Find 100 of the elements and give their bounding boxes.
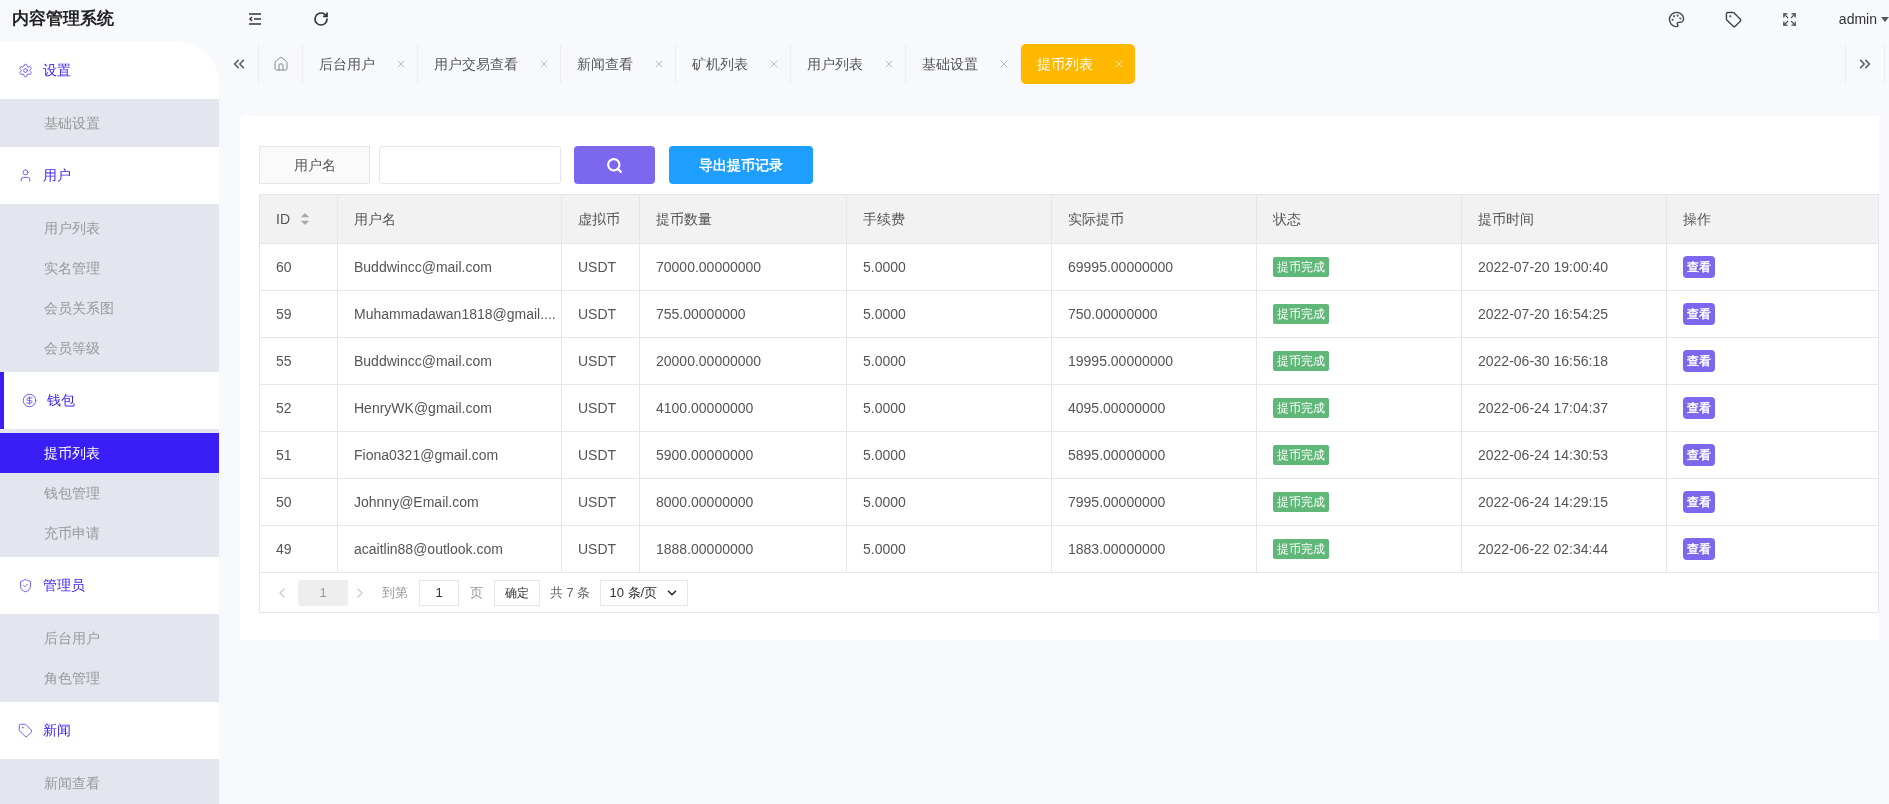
table-cell-text: USDT [578,351,617,371]
table-cell-text: 1888.00000000 [656,539,754,559]
table-cell-text: 7995.00000000 [1068,492,1166,512]
view-button[interactable]: 查看 [1683,397,1715,419]
table-cell-text: 755.00000000 [656,304,746,324]
dollar-coin-icon [22,393,37,408]
scroll-tabs-right-button[interactable] [1845,44,1885,84]
table-cell-text: HenryWK@gmail.com [354,398,492,418]
table-cell-text: 1883.00000000 [1068,539,1166,559]
table-cell-text: 4100.00000000 [656,398,754,418]
column-header: 实际提币 [1068,209,1124,229]
table-cell-text: USDT [578,257,617,277]
view-button[interactable]: 查看 [1683,538,1715,560]
table-cell-text: USDT [578,304,617,324]
table-cell-text: 5.0000 [863,398,906,418]
refresh-icon[interactable] [313,11,329,27]
sidebar-item[interactable]: 后台用户 [0,618,219,658]
sort-icon[interactable] [300,213,310,225]
table-cell-text: Buddwincc@mail.com [354,257,492,277]
view-button[interactable]: 查看 [1683,444,1715,466]
view-button[interactable]: 查看 [1683,303,1715,325]
sidebar-item[interactable]: 充币申请 [0,513,219,553]
close-icon[interactable] [653,58,665,70]
table-cell-text: 2022-06-24 17:04:37 [1478,398,1608,418]
close-icon[interactable] [883,58,895,70]
status-badge: 提币完成 [1273,304,1329,324]
sidebar-item[interactable]: 会员等级 [0,328,219,368]
close-icon[interactable] [395,58,407,70]
caret-icon [1881,16,1889,22]
table-cell-text: 52 [276,398,292,418]
column-header: 虚拟币 [578,209,620,229]
table-cell-text: 69995.00000000 [1068,257,1174,277]
current-page-button[interactable]: 1 [298,579,348,606]
table-cell-text: acaitlin88@outlook.com [354,539,503,559]
goto-label: 到第 [382,583,408,602]
status-badge: 提币完成 [1273,398,1329,418]
filter-label: 用户名 [259,146,370,184]
page-tab[interactable]: 用户列表 [791,44,906,84]
sidebar-group[interactable]: 用户 [0,147,219,204]
fullscreen-icon[interactable] [1781,11,1797,27]
page-tab[interactable]: 新闻查看 [561,44,676,84]
status-badge: 提币完成 [1273,492,1329,512]
page-size-select[interactable]: 10 条/页 [600,579,689,606]
column-header: 状态 [1273,209,1301,229]
table-cell-text: 2022-06-22 02:34:44 [1478,539,1608,559]
table-cell-text: 5895.00000000 [1068,445,1166,465]
palette-icon[interactable] [1667,10,1685,28]
goto-page-input[interactable]: 1 [419,579,459,606]
sidebar-item[interactable]: 提币列表 [0,433,219,473]
user-menu[interactable]: admin [1838,8,1889,30]
search-button[interactable] [574,146,655,184]
page-tab[interactable]: 矿机列表 [676,44,791,84]
sidebar-item[interactable]: 钱包管理 [0,473,219,513]
table-cell-text: 19995.00000000 [1068,351,1174,371]
sidebar-group[interactable]: 管理员 [0,557,219,614]
home-icon [272,56,289,72]
table-cell-text: 60 [276,257,292,277]
table-cell-text: Muhammadawan1818@gmail.... [354,304,556,324]
column-header: ID [276,209,290,229]
table-cell-text: 8000.00000000 [656,492,754,512]
username-input[interactable] [379,146,561,184]
close-icon[interactable] [1113,58,1125,70]
tag-icon[interactable] [1724,10,1742,28]
table-cell-text: 51 [276,445,292,465]
sidebar-group[interactable]: 设置 [0,42,219,99]
table-cell-text: 5.0000 [863,304,906,324]
confirm-button[interactable]: 确定 [494,579,540,606]
table-cell-text: 49 [276,539,292,559]
table-cell-text: 55 [276,351,292,371]
shield-check-icon [18,578,33,593]
table-cell-text: USDT [578,539,617,559]
table-cell-text: 2022-06-24 14:29:15 [1478,492,1608,512]
page-unit-label: 页 [470,583,483,602]
close-icon[interactable] [998,58,1010,70]
table-cell-text: 70000.00000000 [656,257,762,277]
total-count: 共 7 条 [550,583,591,602]
close-icon[interactable] [768,58,780,70]
sidebar-item[interactable]: 用户列表 [0,208,219,248]
column-header: 提币时间 [1478,209,1534,229]
table-cell-text: 59 [276,304,292,324]
sidebar-group[interactable]: 钱包 [0,372,219,429]
column-header: 提币数量 [656,209,712,229]
view-button[interactable]: 查看 [1683,350,1715,372]
search-icon [606,156,623,174]
close-icon[interactable] [538,58,550,70]
sidebar-item[interactable]: 实名管理 [0,248,219,288]
collapse-menu-icon[interactable] [247,11,263,27]
view-button[interactable]: 查看 [1683,491,1715,513]
sidebar-item[interactable]: 角色管理 [0,658,219,698]
table-cell-text: 4095.00000000 [1068,398,1166,418]
column-header: 操作 [1683,209,1711,229]
page-tab[interactable]: 后台用户 [303,44,418,84]
sidebar-group[interactable]: 新闻 [0,702,219,759]
table-cell-text: USDT [578,445,617,465]
page-tab[interactable]: 用户交易查看 [418,44,561,84]
export-button[interactable]: 导出提币记录 [669,146,813,184]
table-cell-text: 5900.00000000 [656,445,754,465]
sidebar-item[interactable]: 会员关系图 [0,288,219,328]
status-badge: 提币完成 [1273,445,1329,465]
view-button[interactable]: 查看 [1683,256,1715,278]
